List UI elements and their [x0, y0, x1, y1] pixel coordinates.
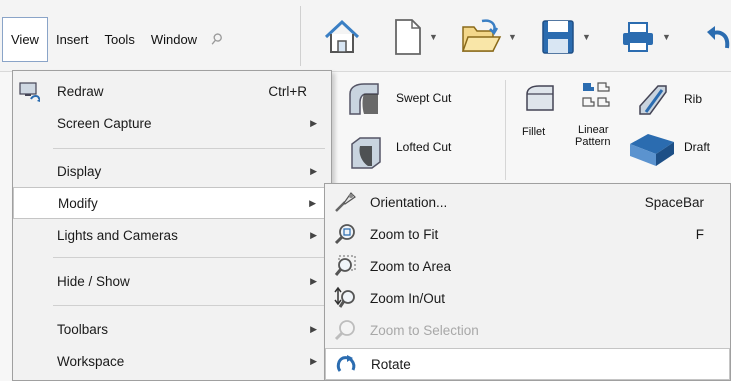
linear-pattern-icon[interactable] [580, 80, 612, 112]
home-icon [324, 19, 360, 53]
submenu-arrow-icon: ▶ [310, 117, 317, 128]
menu-item-label: Modify [58, 195, 98, 211]
menu-item-shortcut: Ctrl+R [268, 83, 307, 99]
orientation-icon [335, 192, 356, 212]
menu-tools[interactable]: Tools [96, 28, 142, 51]
submenu-item-rotate[interactable]: Rotate [325, 348, 730, 380]
lofted-cut-icon[interactable] [346, 134, 386, 174]
submenu-arrow-icon: ▶ [310, 229, 317, 240]
redraw-icon [19, 82, 40, 102]
linear-pattern-label-2[interactable]: Pattern [575, 136, 610, 148]
menu-item-label: Screen Capture [57, 115, 152, 131]
menu-separator [53, 148, 325, 149]
submenu-arrow-icon: ▶ [310, 323, 317, 334]
save-dropdown-icon[interactable]: ▼ [582, 32, 591, 42]
open-button[interactable]: ▼ [460, 16, 517, 58]
save-button[interactable]: ▼ [540, 16, 591, 58]
submenu-item-orientation[interactable]: Orientation... SpaceBar [325, 186, 730, 218]
menu-separator [53, 305, 325, 306]
menu-insert[interactable]: Insert [48, 28, 97, 51]
menu-item-label: Redraw [57, 83, 104, 99]
menu-bar: View Insert Tools Window ⚲ [2, 14, 297, 64]
submenu-arrow-icon: ▶ [310, 165, 317, 176]
submenu-item-zoom-to-area[interactable]: Zoom to Area [325, 250, 730, 282]
view-menu: Redraw Ctrl+R Screen Capture ▶ Display ▶… [12, 70, 332, 381]
swept-cut-label[interactable]: Swept Cut [396, 91, 451, 105]
menu-item-toolbars[interactable]: Toolbars ▶ [13, 313, 331, 345]
rib-icon[interactable] [636, 82, 672, 118]
menu-separator [53, 257, 325, 258]
undo-icon [707, 26, 730, 49]
ribbon-divider [505, 80, 506, 180]
menu-item-redraw[interactable]: Redraw Ctrl+R [13, 75, 331, 107]
print-icon [623, 22, 653, 52]
submenu-item-shortcut: F [695, 226, 704, 242]
menu-item-screen-capture[interactable]: Screen Capture ▶ [13, 107, 331, 139]
submenu-item-zoom-to-selection: Zoom to Selection [325, 314, 730, 346]
submenu-item-zoom-to-fit[interactable]: Zoom to Fit F [325, 218, 730, 250]
submenu-item-label: Zoom to Area [370, 258, 452, 274]
submenu-item-label: Zoom In/Out [370, 290, 446, 306]
zoom-in-out-icon [334, 286, 355, 308]
undo-button[interactable] [705, 16, 731, 58]
pin-icon[interactable]: ⚲ [207, 29, 227, 49]
rib-label[interactable]: Rib [684, 92, 702, 106]
submenu-arrow-icon: ▶ [309, 197, 316, 208]
modify-submenu: Orientation... SpaceBar Zoom to Fit F Zo… [324, 183, 731, 381]
lofted-cut-label[interactable]: Lofted Cut [396, 140, 451, 154]
save-icon [542, 20, 574, 54]
home-button[interactable] [322, 16, 362, 58]
menu-item-workspace[interactable]: Workspace ▶ [13, 345, 331, 377]
menu-item-display[interactable]: Display ▶ [13, 155, 331, 187]
submenu-item-label: Zoom to Selection [370, 322, 479, 338]
new-dropdown-icon[interactable]: ▼ [429, 32, 438, 42]
menu-item-label: Display [57, 163, 102, 179]
submenu-item-zoom-in-out[interactable]: Zoom In/Out [325, 282, 730, 314]
menu-item-label: Workspace [57, 353, 125, 369]
swept-cut-icon[interactable] [344, 80, 384, 120]
submenu-arrow-icon: ▶ [310, 275, 317, 286]
print-dropdown-icon[interactable]: ▼ [662, 32, 671, 42]
menu-item-lights-and-cameras[interactable]: Lights and Cameras ▶ [13, 219, 331, 251]
fillet-icon[interactable] [523, 82, 557, 116]
draft-icon[interactable] [626, 128, 678, 168]
linear-pattern-label-1[interactable]: Linear [578, 124, 609, 136]
submenu-arrow-icon: ▶ [310, 355, 317, 366]
zoom-to-selection-icon [334, 320, 355, 341]
menu-item-label: Lights and Cameras [57, 227, 178, 243]
print-button[interactable]: ▼ [620, 16, 671, 58]
open-folder-icon [461, 19, 502, 52]
draft-label[interactable]: Draft [684, 140, 710, 154]
menu-view[interactable]: View [2, 16, 48, 62]
rotate-icon [336, 355, 356, 372]
menu-item-label: Toolbars [57, 321, 109, 337]
submenu-item-label: Rotate [371, 356, 411, 372]
new-document-button[interactable]: ▼ [393, 16, 438, 58]
menu-window[interactable]: Window [143, 28, 205, 51]
zoom-to-fit-icon [334, 224, 355, 245]
toolbar-divider [300, 6, 301, 66]
menu-item-modify[interactable]: Modify ▶ [13, 187, 331, 219]
submenu-item-shortcut: SpaceBar [644, 194, 704, 210]
zoom-to-area-icon [334, 255, 356, 276]
menu-item-hide-show[interactable]: Hide / Show ▶ [13, 265, 331, 297]
new-document-icon [395, 19, 421, 55]
fillet-label[interactable]: Fillet [522, 126, 545, 138]
submenu-item-label: Orientation... [370, 194, 448, 210]
menu-item-label: Hide / Show [57, 273, 130, 289]
submenu-item-label: Zoom to Fit [370, 226, 439, 242]
top-toolbar: View Insert Tools Window ⚲ ▼ ▼ ▼ ▼ [0, 0, 731, 72]
open-dropdown-icon[interactable]: ▼ [508, 32, 517, 42]
